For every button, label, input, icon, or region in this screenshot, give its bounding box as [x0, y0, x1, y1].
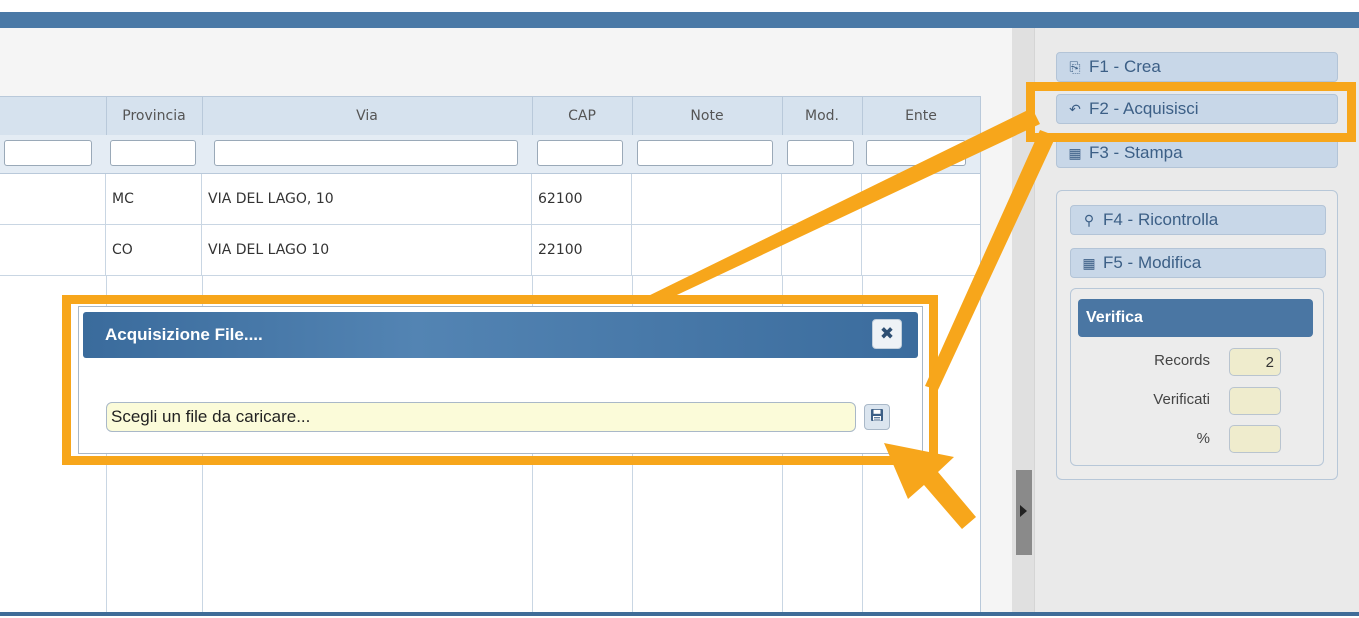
annotation-arrow-icon — [884, 443, 976, 529]
annotation-connector-lines — [640, 108, 1056, 529]
annotation-connector-line — [925, 130, 1056, 390]
